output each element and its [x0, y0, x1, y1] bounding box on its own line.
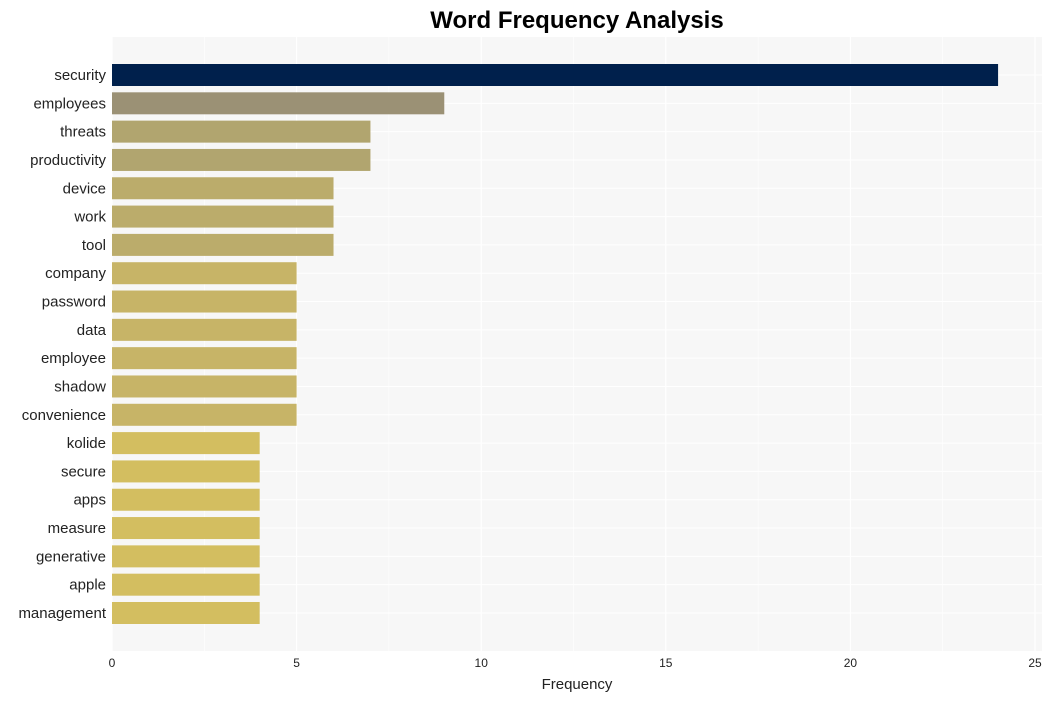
bar-company — [112, 262, 297, 285]
bar-employee — [112, 347, 297, 370]
y-tick-label: apple — [69, 577, 106, 594]
chart-title: Word Frequency Analysis — [430, 7, 723, 34]
y-tick-label: company — [45, 265, 106, 282]
y-tick-label: threats — [60, 124, 106, 141]
y-tick-label: device — [63, 180, 106, 197]
x-tick-label: 5 — [293, 656, 300, 670]
bar-tool — [112, 233, 334, 256]
y-tick-label: security — [54, 67, 106, 84]
y-tick-label: tool — [82, 237, 106, 254]
bar-generative — [112, 545, 260, 568]
x-tick-label: 0 — [109, 656, 116, 670]
x-axis-label: Frequency — [542, 676, 613, 693]
bar-data — [112, 318, 297, 341]
bar-security — [112, 64, 999, 86]
bar-work — [112, 205, 334, 228]
y-tick-label: secure — [61, 463, 106, 480]
y-tick-label: employee — [41, 350, 106, 367]
x-tick-label: 20 — [844, 656, 858, 670]
y-tick-label: shadow — [54, 378, 106, 395]
y-tick-label: password — [42, 294, 106, 311]
bar-convenience — [112, 403, 297, 426]
bar-measure — [112, 517, 260, 540]
x-tick-label: 15 — [659, 656, 673, 670]
y-axis-labels: security employees threats productivity devi… — [18, 67, 106, 622]
y-tick-label: productivity — [30, 152, 106, 169]
x-tick-label: 10 — [475, 656, 489, 670]
bar-kolide — [112, 432, 260, 455]
bar-apple — [112, 573, 260, 596]
word-frequency-chart: Word Frequency Analysis security employee… — [18, 7, 1042, 693]
y-tick-label: generative — [36, 548, 106, 565]
y-tick-label: measure — [48, 520, 106, 537]
bar-employees — [112, 92, 445, 115]
bar-productivity — [112, 148, 371, 171]
y-tick-label: kolide — [67, 435, 106, 452]
bar-password — [112, 290, 297, 313]
y-tick-label: management — [18, 605, 106, 622]
bar-device — [112, 177, 334, 200]
y-tick-label: apps — [73, 492, 106, 509]
bar-apps — [112, 488, 260, 511]
y-tick-label: employees — [33, 95, 106, 112]
bar-management — [112, 602, 260, 624]
y-tick-label: convenience — [22, 407, 106, 424]
x-tick-label: 25 — [1028, 656, 1042, 670]
bar-threats — [112, 120, 371, 143]
y-tick-label: data — [77, 322, 107, 339]
y-tick-label: work — [73, 209, 106, 226]
bar-secure — [112, 460, 260, 483]
x-axis-ticks: 0 5 10 15 20 25 — [109, 656, 1042, 670]
bar-shadow — [112, 375, 297, 398]
